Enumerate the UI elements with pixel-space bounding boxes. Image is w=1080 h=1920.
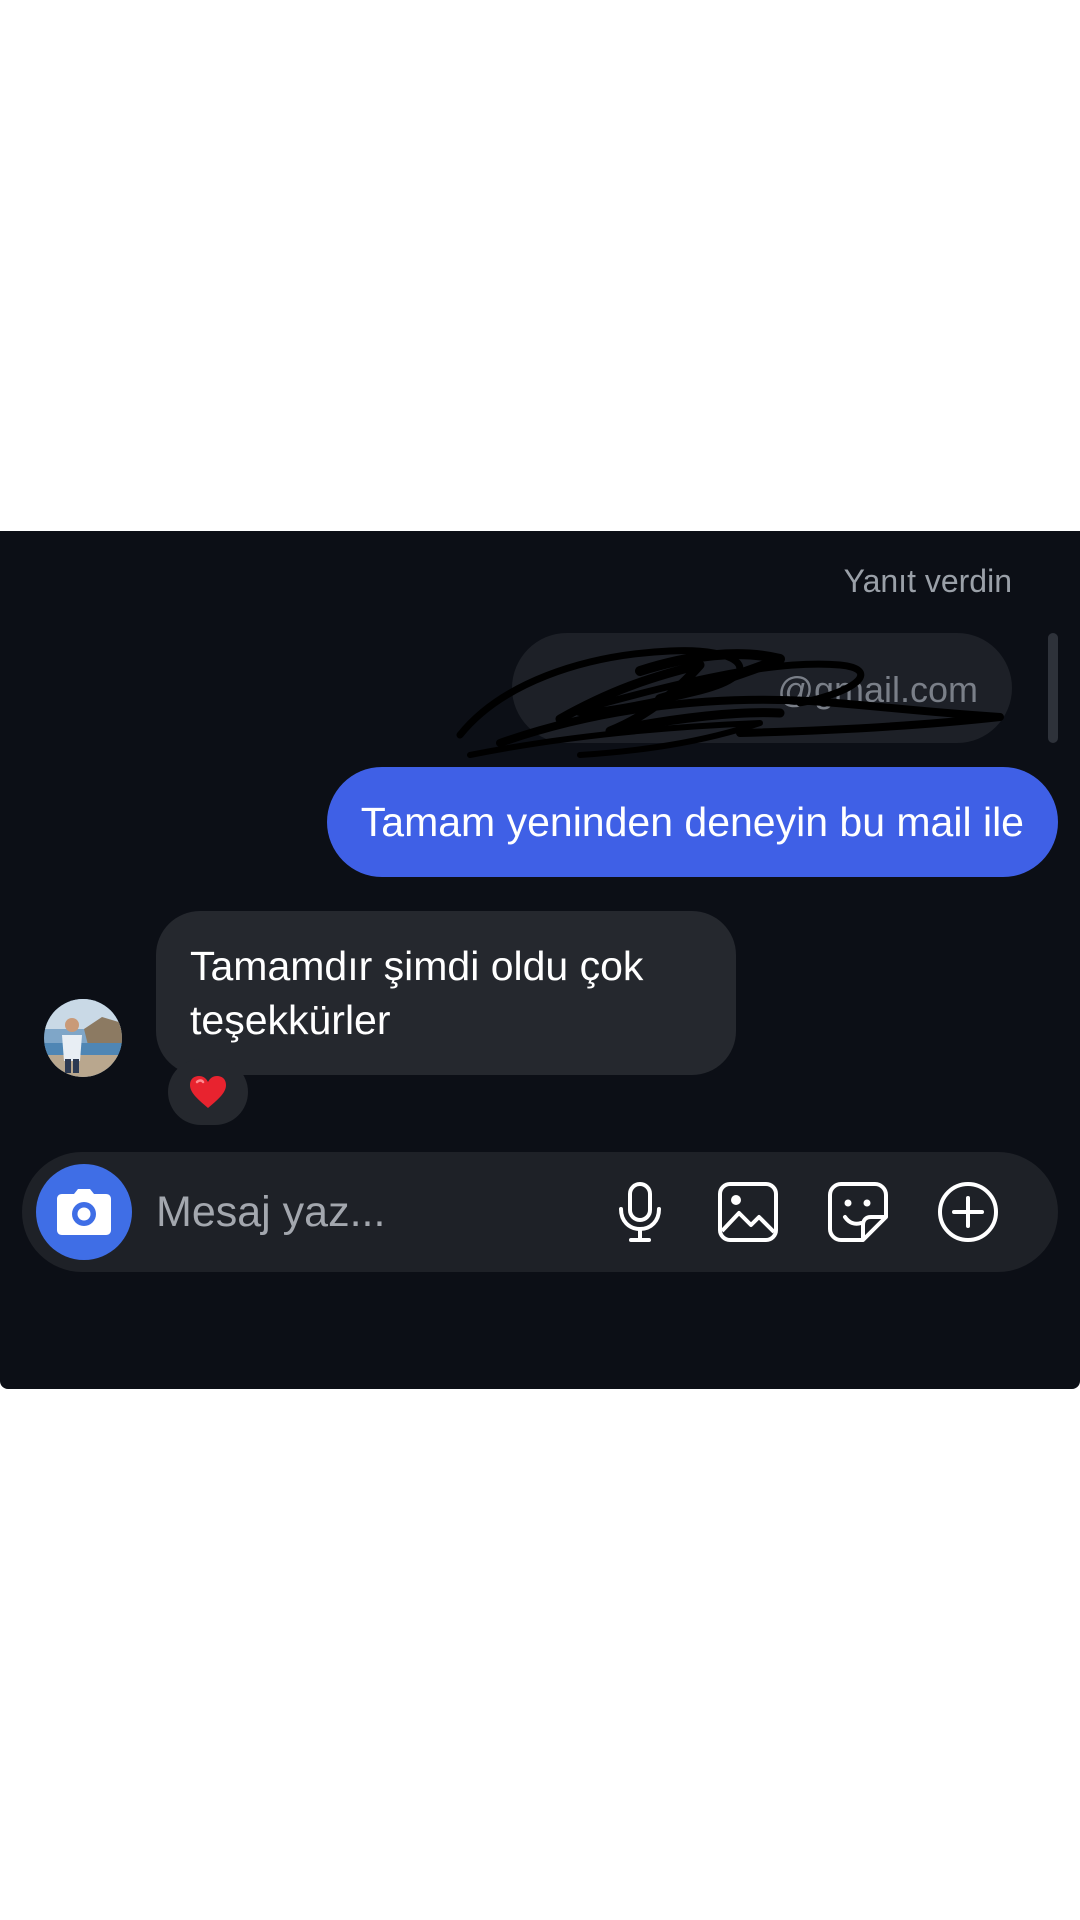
scrollbar[interactable] — [1048, 633, 1058, 743]
sticker-button[interactable] — [824, 1178, 892, 1246]
reply-label: Yanıt verdin — [843, 563, 1012, 599]
camera-icon — [57, 1189, 111, 1235]
gallery-icon — [718, 1182, 778, 1242]
chat-panel: Yanıt verdin @gmail.com Tamam yeninden d… — [0, 531, 1080, 1389]
camera-button[interactable] — [36, 1164, 132, 1260]
gallery-button[interactable] — [714, 1178, 782, 1246]
contact-avatar[interactable] — [44, 999, 122, 1077]
heart-reaction[interactable] — [168, 1059, 248, 1125]
sticker-icon — [828, 1182, 888, 1242]
message-input[interactable] — [156, 1182, 586, 1242]
redaction-scribble — [456, 647, 1004, 758]
voice-message-button[interactable] — [606, 1178, 674, 1246]
microphone-icon — [619, 1182, 661, 1242]
received-message-bubble[interactable]: Tamamdır şimdi oldu çok teşekkürler — [156, 911, 736, 1075]
plus-circle-icon — [938, 1182, 998, 1242]
heart-icon — [190, 1076, 226, 1108]
more-options-button[interactable] — [934, 1178, 1002, 1246]
sent-message-bubble[interactable]: Tamam yeninden deneyin bu mail ile — [326, 767, 1058, 877]
message-composer — [22, 1152, 1058, 1272]
